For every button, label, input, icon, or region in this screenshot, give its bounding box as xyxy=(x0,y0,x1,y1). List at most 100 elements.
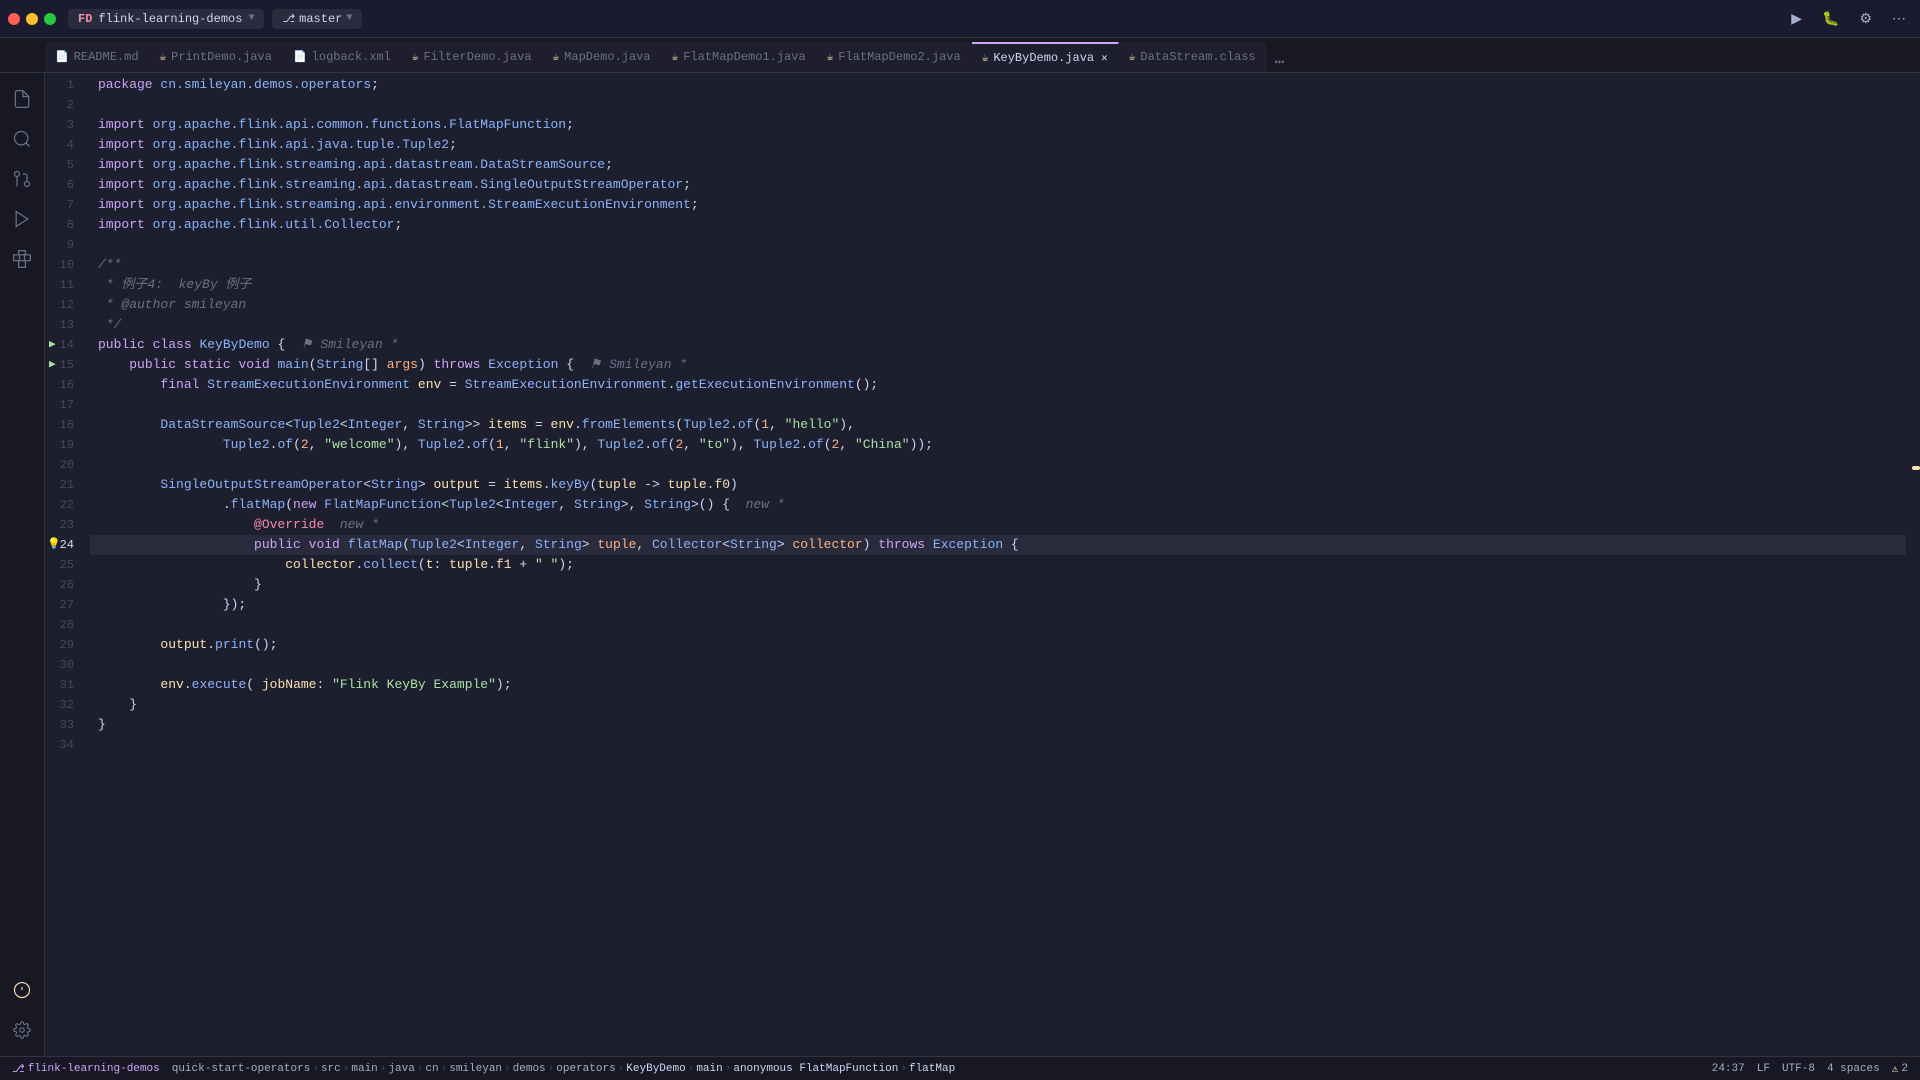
breadcrumb-method-main[interactable]: main xyxy=(696,1063,722,1075)
run-debug-icon[interactable] xyxy=(4,201,40,237)
tab-readme-label: README.md xyxy=(74,50,139,64)
line-num-34: 34 xyxy=(45,735,82,755)
maximize-dot[interactable] xyxy=(44,13,56,25)
code-content[interactable]: package cn.smileyan.demos.operators; imp… xyxy=(90,73,1906,1056)
code-line-32: } xyxy=(90,695,1906,715)
tab-readme[interactable]: 📄 README.md xyxy=(45,42,150,72)
breadcrumb-smileyan[interactable]: smileyan xyxy=(449,1063,502,1075)
editor-area: 1 2 3 4 5 6 7 8 9 10 11 12 13 ▶ 14 ▶ xyxy=(45,73,1920,1056)
line-num-16: 16 xyxy=(45,375,82,395)
breadcrumb-flatmap[interactable]: flatMap xyxy=(909,1063,955,1075)
tab-filterdemo-label: FilterDemo.java xyxy=(424,50,532,64)
status-position[interactable]: 24:37 xyxy=(1708,1063,1749,1075)
tab-flatmapdemo1[interactable]: ☕ FlatMapDemo1.java xyxy=(662,42,817,72)
mapdemo-icon: ☕ xyxy=(553,50,560,64)
breadcrumb-project[interactable]: quick-start-operators xyxy=(172,1063,311,1075)
code-line-4: import org.apache.flink.api.java.tuple.T… xyxy=(90,135,1906,155)
code-line-20 xyxy=(90,455,1906,475)
line-num-32: 32 xyxy=(45,695,82,715)
git-icon[interactable] xyxy=(4,161,40,197)
line-num-14[interactable]: ▶ 14 xyxy=(45,335,82,355)
ide-settings-button[interactable]: ⚙ xyxy=(1853,7,1878,30)
run-gutter-15: ▶ xyxy=(49,355,56,375)
line-num-9: 9 xyxy=(45,235,82,255)
tab-keybydemo-close[interactable]: ✕ xyxy=(1101,51,1108,65)
status-indent[interactable]: 4 spaces xyxy=(1823,1063,1884,1075)
tab-filterdemo[interactable]: ☕ FilterDemo.java xyxy=(402,42,543,72)
extensions-icon[interactable] xyxy=(4,241,40,277)
breadcrumb-main[interactable]: main xyxy=(351,1063,377,1075)
status-encoding[interactable]: UTF-8 xyxy=(1778,1063,1819,1075)
flatmapdemo2-icon: ☕ xyxy=(827,50,834,64)
line-num-15[interactable]: ▶ 15 xyxy=(45,355,82,375)
line-num-3: 3 xyxy=(45,115,82,135)
breadcrumb-java[interactable]: java xyxy=(388,1063,414,1075)
line-num-4: 4 xyxy=(45,135,82,155)
title-bar: FD flink-learning-demos ▼ ⎇ master ▼ ▶ 🐛… xyxy=(0,0,1920,38)
printdemo-icon: ☕ xyxy=(160,50,167,64)
status-warnings[interactable]: ⚠ 2 xyxy=(1888,1062,1912,1076)
code-line-22: .flatMap(new FlatMapFunction<Tuple2<Inte… xyxy=(90,495,1906,515)
code-line-9 xyxy=(90,235,1906,255)
project-dropdown-icon[interactable]: ▼ xyxy=(248,13,254,24)
search-icon[interactable] xyxy=(4,121,40,157)
minimize-dot[interactable] xyxy=(26,13,38,25)
debug-button[interactable]: 🐛 xyxy=(1816,7,1845,30)
indent-label: 4 spaces xyxy=(1827,1063,1880,1075)
tab-flatmapdemo2-label: FlatMapDemo2.java xyxy=(838,50,960,64)
flink-icon: FD xyxy=(78,12,92,26)
line-num-21: 21 xyxy=(45,475,82,495)
project-title[interactable]: FD flink-learning-demos ▼ xyxy=(68,9,264,29)
breadcrumb-src[interactable]: src xyxy=(321,1063,341,1075)
settings-icon[interactable] xyxy=(4,1012,40,1048)
tab-logback[interactable]: 📄 logback.xml xyxy=(283,42,402,72)
tab-keybydemo[interactable]: ☕ KeyByDemo.java ✕ xyxy=(972,42,1119,72)
more-actions-button[interactable]: ⋯ xyxy=(1886,7,1912,30)
line-num-25: 25 xyxy=(45,555,82,575)
problems-icon[interactable] xyxy=(4,972,40,1008)
line-num-29: 29 xyxy=(45,635,82,655)
filterdemo-icon: ☕ xyxy=(412,50,419,64)
code-line-6: import org.apache.flink.streaming.api.da… xyxy=(90,175,1906,195)
readme-icon: 📄 xyxy=(55,50,69,64)
status-git-branch[interactable]: ⎇ flink-learning-demos xyxy=(8,1062,164,1076)
code-line-18: DataStreamSource<Tuple2<Integer, String>… xyxy=(90,415,1906,435)
code-line-13: */ xyxy=(90,315,1906,335)
breadcrumb-cn[interactable]: cn xyxy=(425,1063,438,1075)
code-line-10: /** xyxy=(90,255,1906,275)
breadcrumb-anon[interactable]: anonymous FlatMapFunction xyxy=(733,1063,898,1075)
tab-printdemo[interactable]: ☕ PrintDemo.java xyxy=(150,42,283,72)
line-num-31: 31 xyxy=(45,675,82,695)
tab-flatmapdemo1-label: FlatMapDemo1.java xyxy=(683,50,805,64)
branch-dropdown-icon[interactable]: ▼ xyxy=(346,13,352,24)
breadcrumb-operators[interactable]: operators xyxy=(556,1063,615,1075)
cursor-position: 24:37 xyxy=(1712,1063,1745,1075)
code-line-3: import org.apache.flink.api.common.funct… xyxy=(90,115,1906,135)
status-line-ending[interactable]: LF xyxy=(1753,1063,1774,1075)
tab-flatmapdemo2[interactable]: ☕ FlatMapDemo2.java xyxy=(817,42,972,72)
right-gutter xyxy=(1906,73,1920,1056)
tab-mapdemo[interactable]: ☕ MapDemo.java xyxy=(543,42,662,72)
code-line-24: public void flatMap(Tuple2<Integer, Stri… xyxy=(90,535,1906,555)
tab-overflow-button[interactable]: ⋯ xyxy=(1267,52,1293,72)
branch-badge[interactable]: ⎇ master ▼ xyxy=(272,9,362,29)
encoding-label: UTF-8 xyxy=(1782,1063,1815,1075)
git-project-name: flink-learning-demos xyxy=(28,1063,160,1075)
line-num-5: 5 xyxy=(45,155,82,175)
tab-datastream[interactable]: ☕ DataStream.class xyxy=(1119,42,1267,72)
code-line-17 xyxy=(90,395,1906,415)
tab-printdemo-label: PrintDemo.java xyxy=(171,50,272,64)
line-num-27: 27 xyxy=(45,595,82,615)
main-layout: 1 2 3 4 5 6 7 8 9 10 11 12 13 ▶ 14 ▶ xyxy=(0,73,1920,1056)
tab-mapdemo-label: MapDemo.java xyxy=(564,50,650,64)
files-icon[interactable] xyxy=(4,81,40,117)
run-button[interactable]: ▶ xyxy=(1785,7,1808,30)
breadcrumb-demos[interactable]: demos xyxy=(513,1063,546,1075)
breadcrumb-class[interactable]: KeyByDemo xyxy=(626,1063,685,1075)
code-line-28 xyxy=(90,615,1906,635)
title-actions: ▶ 🐛 ⚙ ⋯ xyxy=(1785,7,1912,30)
line-num-26: 26 xyxy=(45,575,82,595)
status-bar: ⎇ flink-learning-demos quick-start-opera… xyxy=(0,1056,1920,1080)
close-dot[interactable] xyxy=(8,13,20,25)
line-num-8: 8 xyxy=(45,215,82,235)
